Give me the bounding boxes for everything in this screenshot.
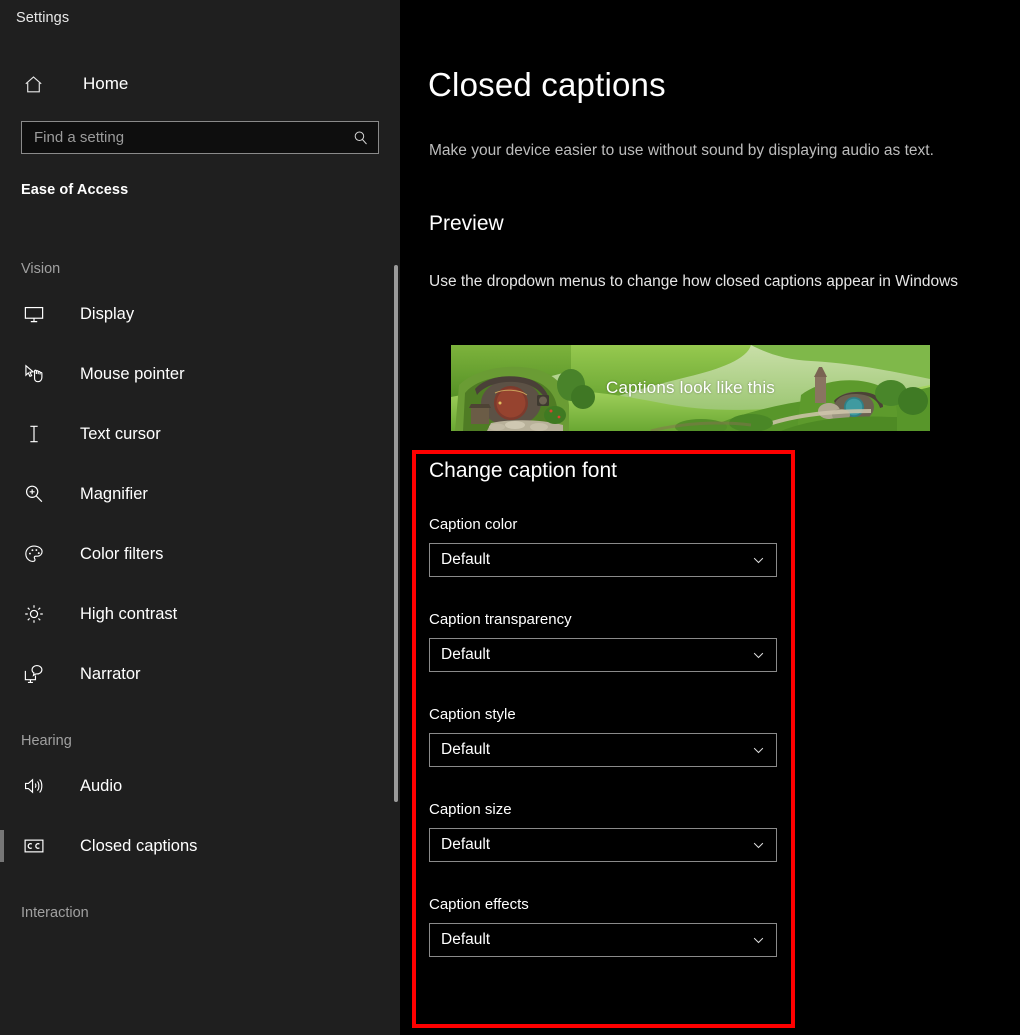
field-caption-size: Caption size Default — [429, 801, 799, 862]
caption-color-value: Default — [441, 551, 491, 568]
sidebar-item-display[interactable]: Display — [0, 284, 400, 344]
sidebar-item-label: Display — [80, 304, 135, 323]
sidebar-item-magnifier[interactable]: Magnifier — [0, 464, 400, 524]
sidebar-item-mouse-pointer[interactable]: Mouse pointer — [0, 344, 400, 404]
caption-color-dropdown[interactable]: Default — [429, 543, 777, 577]
window-title: Settings — [16, 10, 70, 26]
sidebar-item-label: High contrast — [80, 604, 178, 623]
sidebar-item-label: Closed captions — [80, 836, 198, 855]
group-label-hearing: Hearing — [21, 733, 72, 749]
main-content: Closed captions Make your device easier … — [400, 0, 1020, 1035]
caption-transparency-label: Caption transparency — [429, 611, 572, 628]
caption-preview-image: Captions look like this — [451, 345, 930, 431]
chevron-down-icon — [751, 743, 766, 758]
caption-transparency-value: Default — [441, 646, 491, 663]
text-cursor-icon — [21, 421, 47, 447]
caption-color-label: Caption color — [429, 516, 518, 533]
sidebar-item-label: Color filters — [80, 544, 164, 563]
field-caption-effects: Caption effects Default — [429, 896, 799, 957]
sidebar-nav: Vision Display Mouse pointer Text cursor… — [0, 254, 400, 928]
caption-style-label: Caption style — [429, 706, 516, 723]
caption-size-value: Default — [441, 836, 491, 853]
sidebar-item-closed-captions[interactable]: Closed captions — [0, 816, 400, 876]
caption-effects-dropdown[interactable]: Default — [429, 923, 777, 957]
chevron-down-icon — [751, 553, 766, 568]
caption-style-dropdown[interactable]: Default — [429, 733, 777, 767]
speaker-icon — [21, 773, 47, 799]
home-icon — [21, 72, 45, 96]
page-description: Make your device easier to use without s… — [429, 142, 934, 159]
closed-caption-icon — [21, 833, 47, 859]
sidebar-item-label: Magnifier — [80, 484, 148, 503]
group-label-vision: Vision — [21, 261, 61, 277]
monitor-icon — [21, 301, 47, 327]
group-label-interaction: Interaction — [21, 905, 89, 921]
search-container — [21, 121, 379, 154]
sun-icon — [21, 601, 47, 627]
search-input[interactable] — [22, 129, 378, 146]
sidebar-item-audio[interactable]: Audio — [0, 756, 400, 816]
preview-caption-text: Captions look like this — [605, 378, 775, 397]
chevron-down-icon — [751, 838, 766, 853]
sidebar-item-label: Audio — [80, 776, 123, 795]
category-title: Ease of Access — [21, 182, 129, 198]
sidebar-item-home[interactable]: Home — [0, 62, 400, 106]
preview-heading: Preview — [429, 212, 504, 235]
search-icon[interactable] — [352, 129, 369, 146]
sidebar-item-label: Narrator — [80, 664, 141, 683]
page-title: Closed captions — [428, 66, 666, 103]
sidebar-item-high-contrast[interactable]: High contrast — [0, 584, 400, 644]
preview-description: Use the dropdown menus to change how clo… — [429, 273, 959, 290]
caption-size-dropdown[interactable]: Default — [429, 828, 777, 862]
caption-effects-label: Caption effects — [429, 896, 529, 913]
sidebar-scrollbar[interactable] — [394, 265, 398, 802]
magnifier-icon — [21, 481, 47, 507]
settings-window: Settings Home Ease — [0, 0, 1020, 1035]
sidebar-item-label: Text cursor — [80, 424, 161, 443]
sidebar-item-label: Mouse pointer — [80, 364, 185, 383]
field-caption-transparency: Caption transparency Default — [429, 611, 799, 672]
mouse-pointer-icon — [21, 361, 47, 387]
field-caption-style: Caption style Default — [429, 706, 799, 767]
chevron-down-icon — [751, 933, 766, 948]
caption-effects-value: Default — [441, 931, 491, 948]
home-label: Home — [83, 74, 129, 93]
caption-transparency-dropdown[interactable]: Default — [429, 638, 777, 672]
sidebar-item-text-cursor[interactable]: Text cursor — [0, 404, 400, 464]
caption-style-value: Default — [441, 741, 491, 758]
title-bar: Settings — [0, 0, 400, 36]
sidebar-item-narrator[interactable]: Narrator — [0, 644, 400, 704]
narrator-icon — [21, 661, 47, 687]
search-box[interactable] — [21, 121, 379, 154]
change-caption-font-heading: Change caption font — [429, 459, 617, 482]
palette-icon — [21, 541, 47, 567]
sidebar: Settings Home Ease — [0, 0, 400, 1035]
change-caption-font-section: Change caption font Caption color Defaul… — [429, 459, 799, 957]
caption-size-label: Caption size — [429, 801, 512, 818]
field-caption-color: Caption color Default — [429, 516, 799, 577]
selection-indicator — [0, 830, 4, 862]
chevron-down-icon — [751, 648, 766, 663]
sidebar-item-color-filters[interactable]: Color filters — [0, 524, 400, 584]
